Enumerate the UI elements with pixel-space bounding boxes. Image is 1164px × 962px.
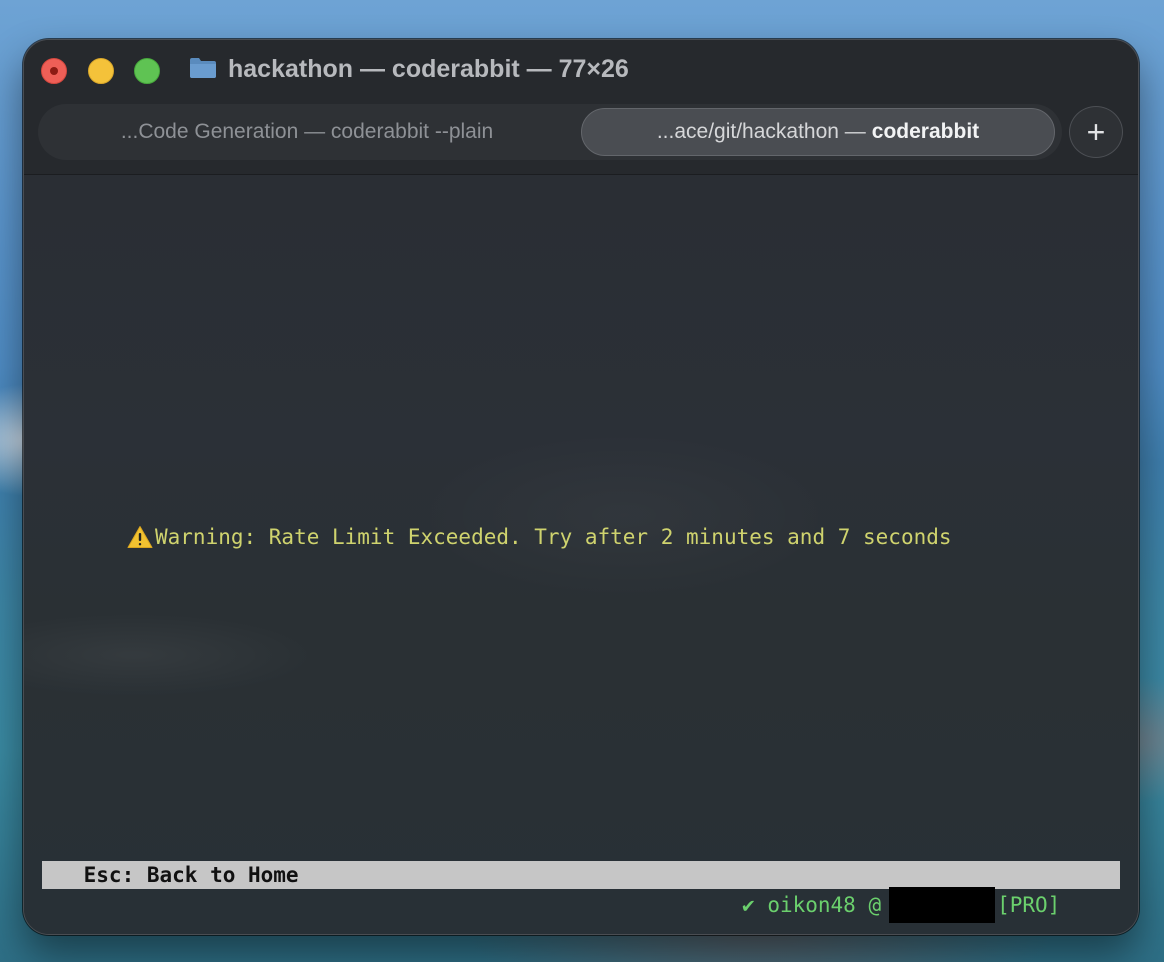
username (755, 893, 768, 917)
user-handle: oikon48 @ (767, 893, 882, 917)
tab-label-bold: coderabbit (871, 120, 980, 143)
close-button[interactable] (41, 58, 67, 84)
user-status: ✔ oikon48 @ [PRO] (742, 887, 1061, 923)
tab-code-generation[interactable]: ...Code Generation — coderabbit --plain (42, 108, 572, 156)
redacted-block (889, 887, 996, 923)
close-dot (50, 67, 58, 75)
terminal-content[interactable]: Warning: Rate Limit Exceeded. Try after … (24, 175, 1138, 934)
esc-hint: Esc: Back to Home (71, 863, 299, 887)
warning-icon (127, 526, 153, 548)
plan-badge: [PRO] (997, 893, 1061, 917)
tab-label: ...Code Generation — coderabbit --plain (120, 120, 494, 143)
plus-icon: + (1086, 113, 1106, 150)
status-bar: Esc: Back to Home (42, 861, 1120, 889)
tab-bar: ...Code Generation — coderabbit --plain … (38, 104, 1062, 160)
tab-label-prefix: ...ace/git/hackathon — (656, 120, 866, 143)
tab-hackathon[interactable]: ...ace/git/hackathon — coderabbit (581, 108, 1055, 156)
rate-limit-warning: Warning: Rate Limit Exceeded. Try after … (127, 525, 952, 549)
new-tab-button[interactable]: + (1069, 106, 1123, 158)
check-icon: ✔ (742, 893, 755, 917)
zoom-button[interactable] (134, 58, 160, 84)
terminal-window: hackathon — coderabbit — 77×26 ...Code G… (23, 39, 1139, 935)
title-bar: hackathon — coderabbit — 77×26 ...Code G… (24, 40, 1138, 175)
minimize-button[interactable] (88, 58, 114, 84)
warning-text: Warning: Rate Limit Exceeded. Try after … (155, 525, 952, 549)
folder-icon (190, 58, 216, 78)
window-title: hackathon — coderabbit — 77×26 (228, 55, 629, 83)
